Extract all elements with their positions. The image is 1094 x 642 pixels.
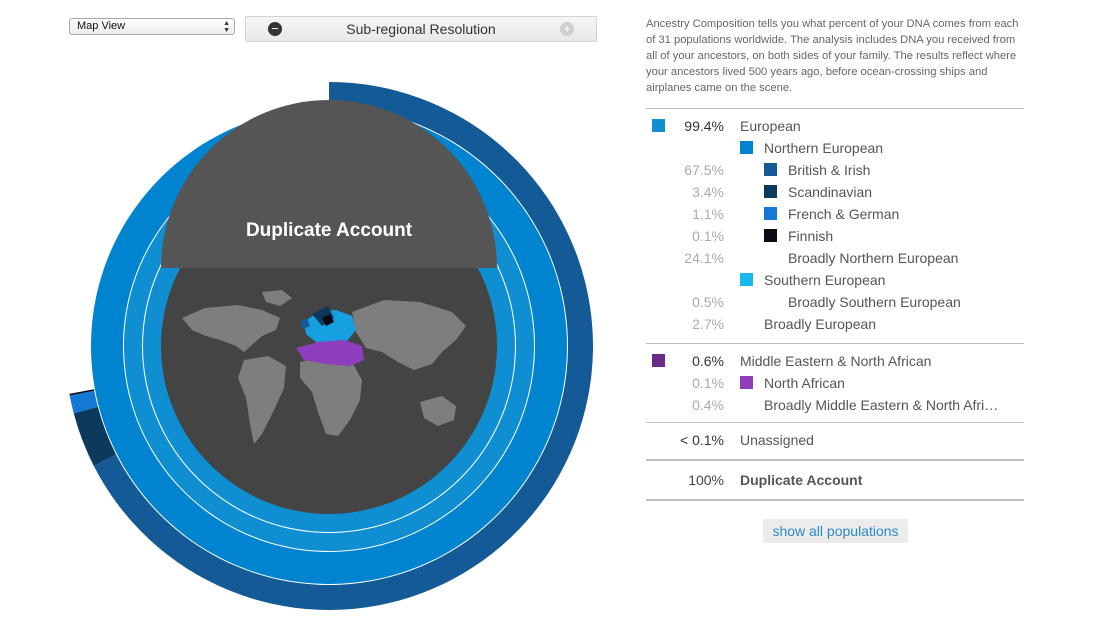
legend-label: European [740, 118, 801, 134]
legend-label: British & Irish [788, 162, 871, 178]
legend-swatch [652, 354, 665, 367]
show-all-populations-button[interactable]: show all populations [763, 519, 908, 543]
total-label: Duplicate Account [740, 472, 863, 488]
total-bottom-separator [646, 499, 1024, 501]
legend-row[interactable]: 2.7% Broadly European [646, 313, 1024, 335]
legend-percent: 0.5% [692, 294, 724, 310]
legend-percent: 67.5% [684, 162, 724, 178]
legend-label: Southern European [764, 272, 886, 288]
legend-percent: 24.1% [684, 250, 724, 266]
legend-label: North African [764, 375, 845, 391]
legend-separator [646, 343, 1024, 344]
legend-row[interactable]: 0.1% Finnish [646, 225, 1024, 247]
legend-row[interactable]: 0.4% Broadly Middle Eastern & North Afri… [646, 394, 1024, 416]
legend-row[interactable]: 0.1% North African [646, 372, 1024, 394]
legend-label: Broadly Northern European [788, 250, 959, 266]
legend-label: Northern European [764, 140, 884, 156]
legend-total-row: 100% Duplicate Account [646, 469, 1024, 491]
legend-percent: < 0.1% [680, 432, 724, 448]
legend-separator [646, 422, 1024, 423]
legend-row[interactable]: 99.4% European [646, 115, 1024, 137]
legend-label: French & German [788, 206, 900, 222]
legend-label: Middle Eastern & North African [740, 353, 932, 369]
legend-percent: 2.7% [692, 316, 724, 332]
legend-label: Finnish [788, 228, 834, 244]
legend-row[interactable]: < 0.1% Unassigned [646, 429, 1024, 451]
legend-row[interactable]: Northern European [646, 137, 1024, 159]
legend-label: Broadly Southern European [788, 294, 961, 310]
legend-swatch [740, 376, 753, 389]
legend-swatch [764, 163, 777, 176]
legend-row[interactable]: 67.5% British & Irish [646, 159, 1024, 181]
legend-percent: 0.1% [692, 375, 724, 391]
legend-row[interactable]: 1.1% French & German [646, 203, 1024, 225]
legend-row[interactable]: Southern European [646, 269, 1024, 291]
legend-swatch [764, 185, 777, 198]
legend-row[interactable]: 24.1% Broadly Northern European [646, 247, 1024, 269]
legend-label: Unassigned [740, 432, 814, 448]
legend-percent: 0.1% [692, 228, 724, 244]
legend-label: Scandinavian [788, 184, 873, 200]
ancestry-sunburst-chart: Duplicate Account [69, 82, 593, 610]
ancestry-legend: 99.4% European Northern European 67.5% Briti… [646, 108, 1024, 501]
legend-percent: 0.4% [692, 397, 724, 413]
legend-row[interactable]: 0.6% Middle Eastern & North African [646, 350, 1024, 372]
legend-swatch [764, 229, 777, 242]
legend-swatch [740, 273, 753, 286]
total-separator [646, 459, 1024, 461]
legend-row[interactable]: 0.5% Broadly Southern European [646, 291, 1024, 313]
legend-percent: 3.4% [692, 184, 724, 200]
intro-text: Ancestry Composition tells you what perc… [646, 18, 1019, 94]
total-percent: 100% [688, 472, 724, 488]
legend-swatch [740, 141, 753, 154]
legend-percent: 1.1% [692, 206, 724, 222]
center-title: Duplicate Account [246, 220, 413, 241]
legend-label: Broadly Middle Eastern & North Afri… [764, 397, 999, 413]
legend-label: Broadly European [764, 316, 877, 332]
legend-swatch [652, 119, 665, 132]
legend-swatch [764, 207, 777, 220]
legend-row[interactable]: 3.4% Scandinavian [646, 181, 1024, 203]
